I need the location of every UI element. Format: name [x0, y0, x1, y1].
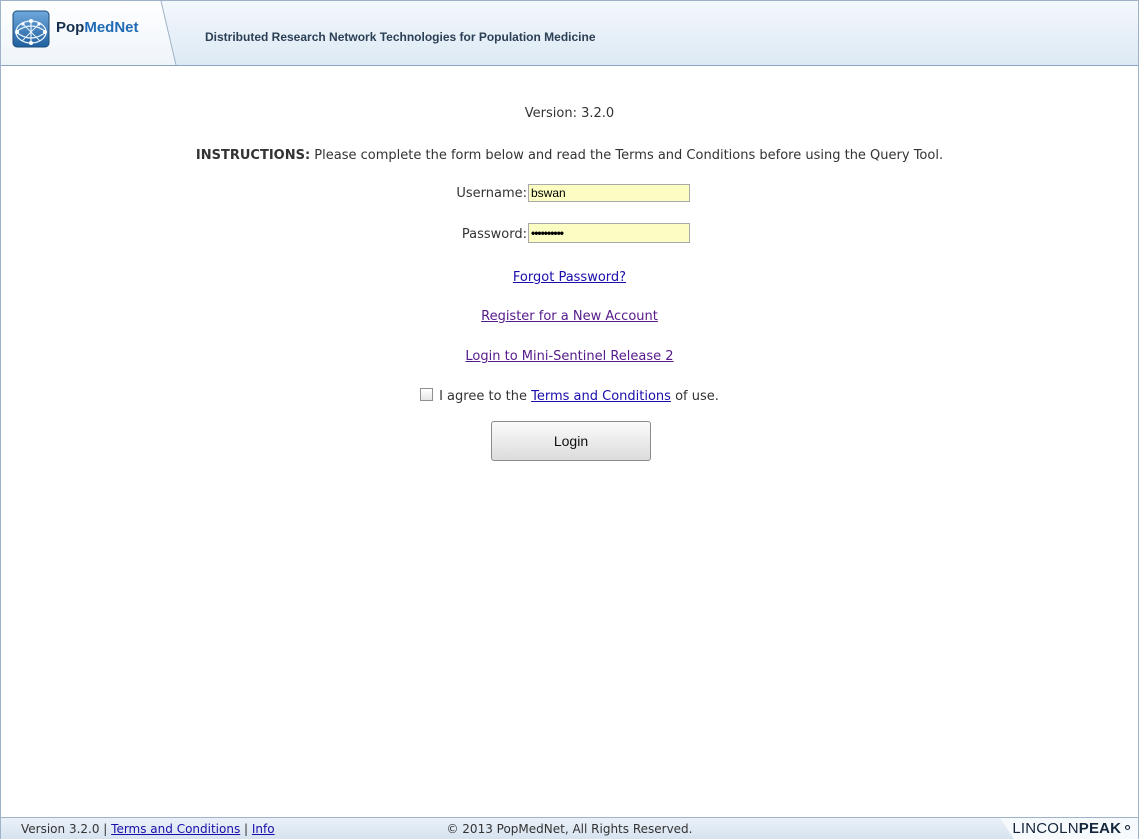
version-label: Version: 3.2.0 [524, 106, 615, 121]
forgot-password-row: Forgot Password? [1, 270, 1138, 285]
copyright-text: © 2013 PopMedNet, All Rights Reserved. [446, 822, 693, 836]
register-link[interactable]: Register for a New Account [481, 309, 658, 324]
terms-link[interactable]: Terms and Conditions [531, 389, 671, 404]
mini-sentinel-login-link[interactable]: Login to Mini-Sentinel Release 2 [465, 349, 673, 364]
brand-tab-edge [160, 1, 177, 65]
username-field[interactable] [528, 184, 690, 202]
forgot-password-link[interactable]: Forgot Password? [513, 270, 626, 285]
terms-agreement: I agree to the Terms and Conditions of u… [1, 388, 1138, 404]
lincolnpeak-logo: LINCOLNPEAK⚬ [1012, 820, 1134, 837]
brand-tab[interactable]: PopMedNet [1, 1, 176, 65]
password-label: Password: [461, 227, 527, 242]
peak-mark-icon: ⚬ [1121, 820, 1134, 837]
brand-name: PopMedNet [56, 19, 139, 36]
login-panel: Version: 3.2.0 INSTRUCTIONS: Please comp… [1, 66, 1138, 816]
network-globe-icon [12, 10, 50, 48]
app-footer: Version 3.2.0 | Terms and Conditions | I… [1, 817, 1138, 839]
header-tagline: Distributed Research Network Technologie… [205, 30, 596, 44]
instructions-heading: INSTRUCTIONS: [195, 148, 311, 163]
terms-checkbox[interactable] [420, 388, 434, 401]
app-header: PopMedNet Distributed Research Network T… [1, 1, 1138, 66]
register-row: Register for a New Account [1, 309, 1138, 324]
password-field[interactable] [528, 223, 690, 243]
instructions-text: INSTRUCTIONS: Please complete the form b… [195, 148, 944, 163]
login-button[interactable]: Login [491, 421, 651, 461]
username-label: Username: [456, 186, 527, 201]
mini-sentinel-row: Login to Mini-Sentinel Release 2 [1, 349, 1138, 364]
